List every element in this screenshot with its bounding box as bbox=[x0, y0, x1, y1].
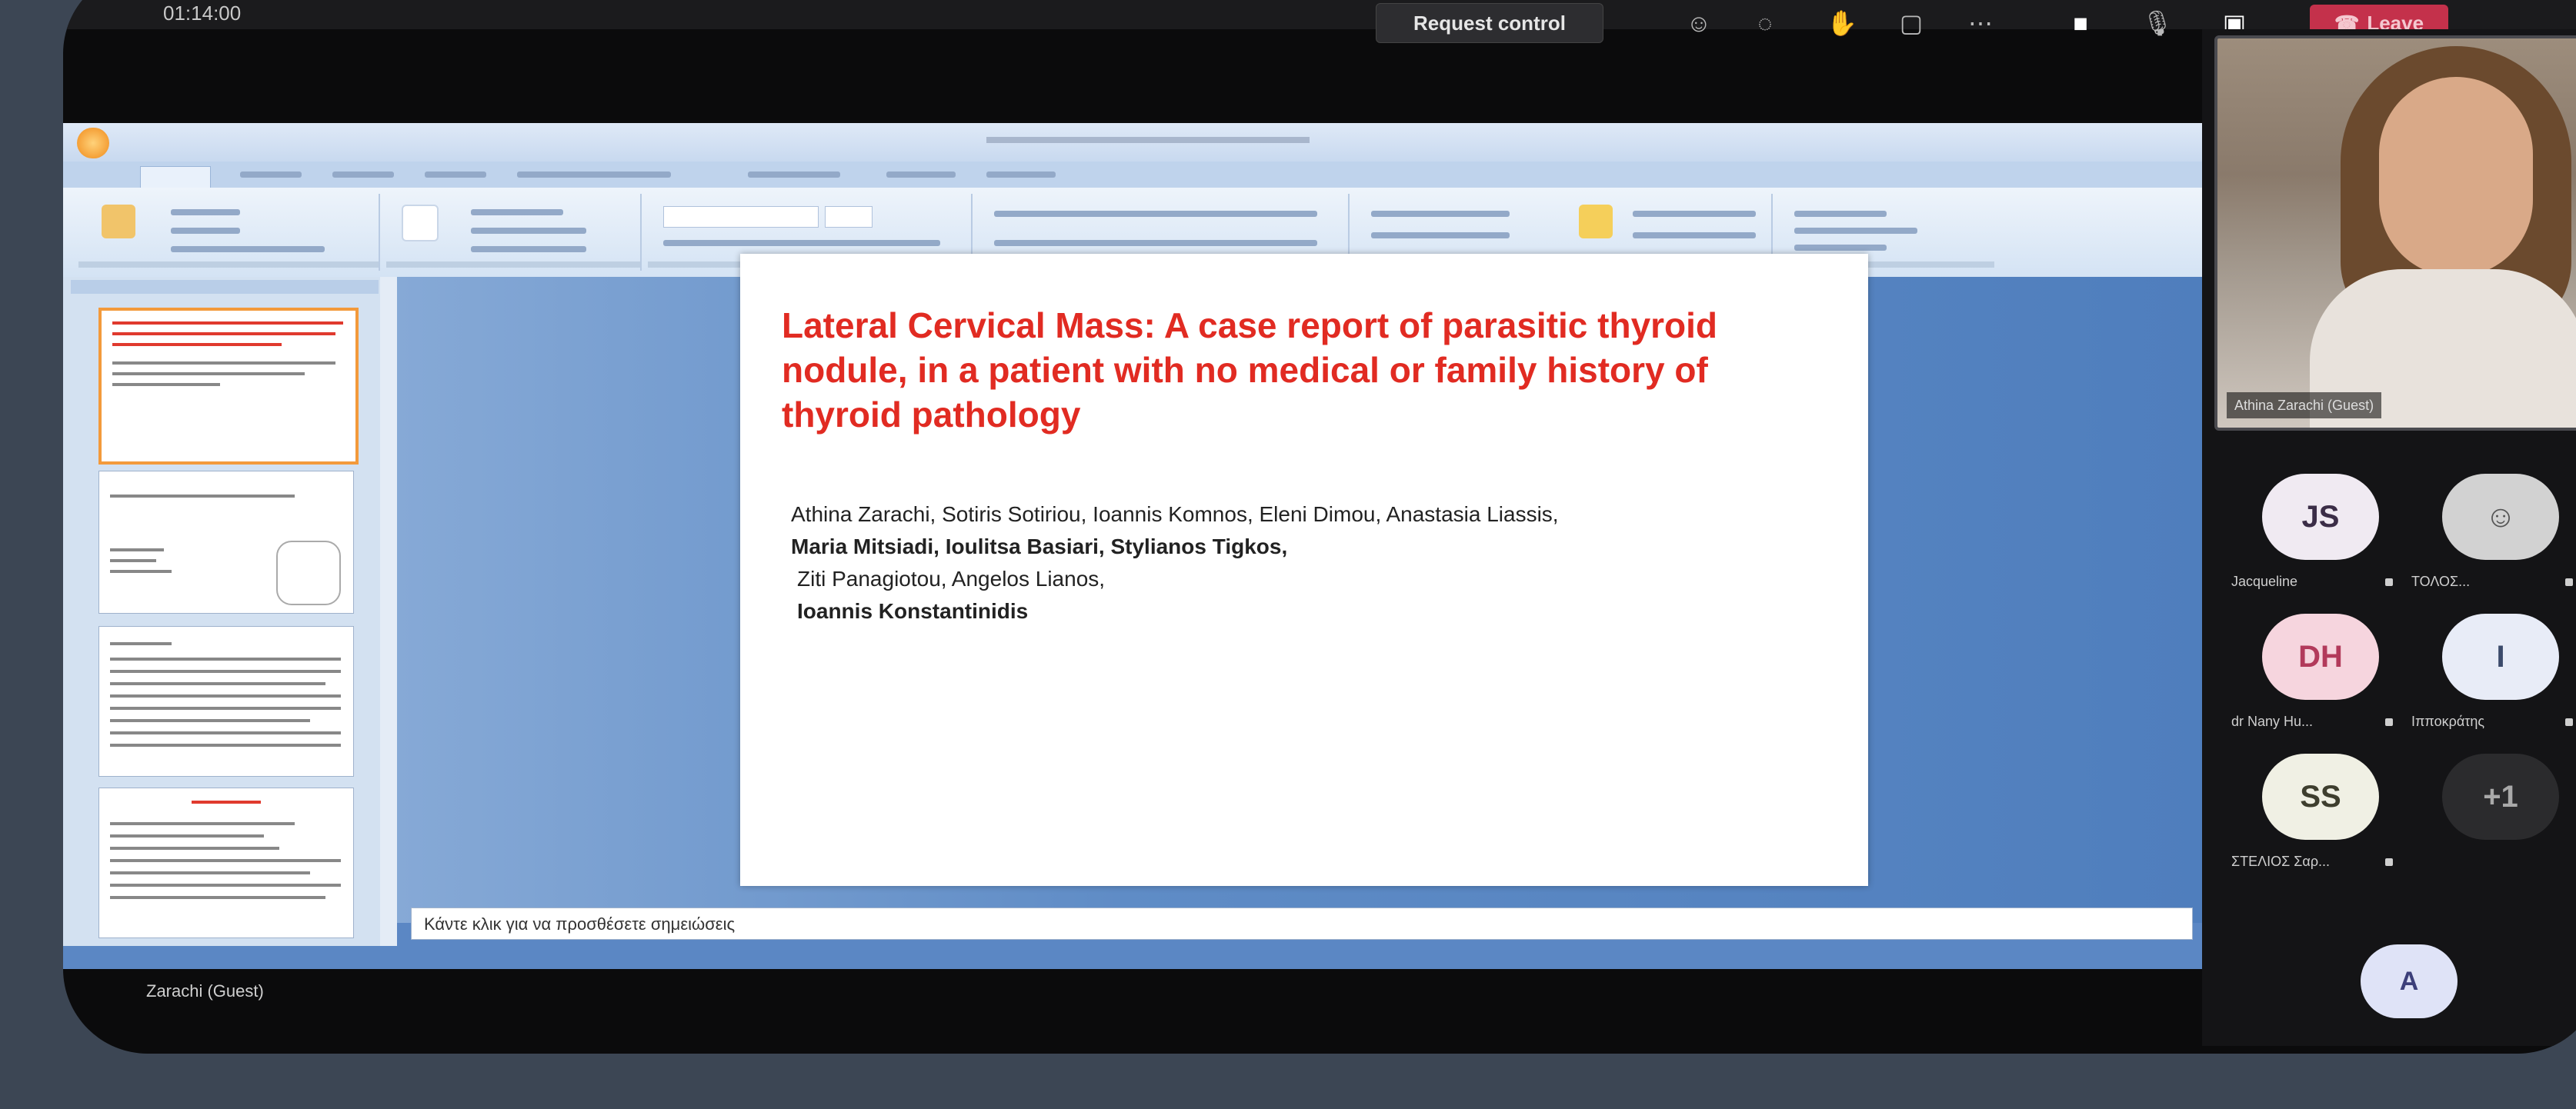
camera-icon[interactable]: ■ bbox=[2064, 8, 2097, 38]
ribbon-tab-format[interactable] bbox=[986, 172, 1056, 178]
participant-video[interactable]: Athina Zarachi (Guest) bbox=[2214, 35, 2576, 431]
authors-line: Ioannis Konstantinidis bbox=[797, 599, 1029, 623]
reactions-icon[interactable]: ✋ bbox=[1825, 8, 1859, 38]
authors-line: Maria Mitsiadi, Ioulitsa Basiari, Stylia… bbox=[791, 535, 1288, 558]
meeting-toolbar: 01:14:00 Request control ☺ ◌ ✋ ▢ ⋯ ■ 🎙 ▣… bbox=[63, 0, 2576, 43]
mic-icon[interactable]: 🎙 bbox=[2141, 8, 2174, 38]
participant-name: dr Nany Hu... bbox=[2231, 714, 2314, 729]
view-icon[interactable]: ▢ bbox=[1894, 8, 1928, 38]
slide-thumbnail-3[interactable] bbox=[98, 626, 354, 777]
ribbon-tab-review[interactable] bbox=[748, 172, 840, 178]
ribbon-tab-view[interactable] bbox=[886, 172, 956, 178]
participant-avatar[interactable]: +1 bbox=[2442, 754, 2559, 840]
participant-avatar[interactable]: DH bbox=[2262, 614, 2379, 700]
mic-muted-icon bbox=[2385, 578, 2393, 586]
participant-avatar[interactable]: JS bbox=[2262, 474, 2379, 560]
participant-initials: SS bbox=[2300, 779, 2341, 814]
current-slide: Lateral Cervical Mass: A case report of … bbox=[740, 254, 1868, 886]
slide-thumbnail-1[interactable] bbox=[98, 308, 359, 465]
office-button-icon[interactable] bbox=[77, 128, 109, 158]
slide-thumbnail-4[interactable] bbox=[98, 788, 354, 938]
slide-image bbox=[276, 541, 341, 605]
ribbon-tab-insert[interactable] bbox=[240, 172, 302, 178]
ppt-title-bar bbox=[63, 123, 2202, 162]
request-control-label: Request control bbox=[1413, 11, 1566, 35]
slide-authors: Athina Zarachi, Sotiris Sotiriou, Ioanni… bbox=[791, 498, 1837, 628]
slide-thumbnail-2[interactable] bbox=[98, 471, 354, 614]
participant-avatar[interactable]: ☺ bbox=[2442, 474, 2559, 560]
self-avatar-initials: A bbox=[2399, 966, 2419, 996]
ribbon-tab-home[interactable] bbox=[140, 166, 211, 188]
font-size-select[interactable] bbox=[825, 206, 873, 228]
slide-title: Lateral Cervical Mass: A case report of … bbox=[782, 305, 1718, 435]
participant-initials: DH bbox=[2298, 639, 2343, 674]
thumbnails-scrollbar[interactable] bbox=[380, 277, 397, 946]
meeting-timer: 01:14:00 bbox=[163, 2, 242, 25]
more-icon[interactable]: ⋯ bbox=[1964, 8, 1997, 38]
ribbon-tab-animations[interactable] bbox=[425, 172, 486, 178]
person-icon: ☺ bbox=[2484, 499, 2517, 534]
mic-muted-icon bbox=[2565, 578, 2573, 586]
meeting-window: 01:14:00 Request control ☺ ◌ ✋ ▢ ⋯ ■ 🎙 ▣… bbox=[63, 0, 2576, 1054]
mic-muted-icon bbox=[2385, 858, 2393, 866]
mic-muted-icon bbox=[2565, 718, 2573, 726]
participant-avatar[interactable]: I bbox=[2442, 614, 2559, 700]
people-icon[interactable]: ☺ bbox=[1682, 8, 1716, 38]
quick-styles-icon[interactable] bbox=[1579, 205, 1613, 238]
ribbon-group-slides bbox=[386, 194, 642, 271]
video-person-face bbox=[2379, 77, 2533, 277]
request-control-button[interactable]: Request control bbox=[1376, 3, 1603, 43]
participant-name: Jacqueline bbox=[2231, 574, 2298, 589]
participant-initials: +1 bbox=[2483, 779, 2518, 814]
participant-name: ΣΤΕΛΙΟΣ Σαρ... bbox=[2231, 854, 2331, 869]
ppt-window-title bbox=[986, 137, 1310, 143]
participant-name: Ιπποκράτης bbox=[2411, 714, 2485, 729]
new-slide-icon[interactable] bbox=[402, 205, 439, 241]
ribbon-group-clipboard bbox=[78, 194, 380, 271]
participant-initials: I bbox=[2496, 639, 2505, 674]
slide-thumbnails-pane bbox=[63, 277, 397, 946]
video-name-label: Athina Zarachi (Guest) bbox=[2227, 392, 2382, 418]
participant-avatar[interactable]: SS bbox=[2262, 754, 2379, 840]
self-avatar[interactable]: A bbox=[2361, 944, 2458, 1018]
participant-name: ΤΟΛΟΣ... bbox=[2411, 574, 2471, 589]
pane-tabs[interactable] bbox=[71, 280, 379, 294]
chat-icon[interactable]: ◌ bbox=[1748, 8, 1782, 38]
paste-icon[interactable] bbox=[102, 205, 135, 238]
slide-notes-input[interactable]: Κάντε κλικ για να προσθέσετε σημειώσεις bbox=[411, 908, 2193, 940]
authors-line: Athina Zarachi, Sotiris Sotiriou, Ioanni… bbox=[791, 502, 1559, 526]
participant-initials: JS bbox=[2301, 499, 2340, 534]
authors-line: Ziti Panagiotou, Angelos Lianos, bbox=[797, 567, 1106, 591]
mic-muted-icon bbox=[2385, 718, 2393, 726]
ppt-ribbon-tabs bbox=[63, 162, 2202, 188]
ribbon-tab-slideshow[interactable] bbox=[517, 172, 671, 178]
font-name-select[interactable] bbox=[663, 206, 819, 228]
ribbon-tab-design[interactable] bbox=[332, 172, 394, 178]
presenter-label: Zarachi (Guest) bbox=[146, 981, 264, 1001]
